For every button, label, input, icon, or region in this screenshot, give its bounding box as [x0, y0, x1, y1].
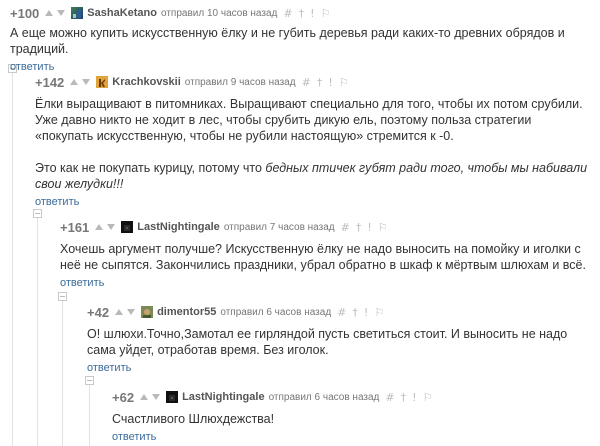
comment-rating: +62 [112, 389, 135, 405]
comment-text: Ёлки выращивают в питомниках. Выращивают… [35, 96, 590, 192]
comment: +100 SashaKetano отправил 10 часов назад… [10, 4, 595, 75]
arrow-down-icon[interactable] [127, 309, 136, 315]
reply-link[interactable]: ответить [10, 61, 54, 73]
comment: +142 Krachkovskii отправил 9 часов назад… [35, 73, 590, 210]
comment-author[interactable]: dimentor55 [157, 306, 216, 318]
pin-icon[interactable]: † [352, 306, 358, 319]
comment-author[interactable]: LastNightingale [182, 391, 265, 403]
hash-icon[interactable]: # [385, 391, 394, 404]
comment-rating: +42 [87, 304, 110, 320]
collapse-toggle-icon[interactable]: − [85, 376, 94, 385]
hash-icon[interactable]: # [283, 7, 292, 20]
comment-paragraph: Это как не покупать курицу, потому что б… [35, 160, 590, 192]
avatar[interactable] [121, 221, 134, 233]
comment-paragraph: Ёлки выращивают в питомниках. Выращивают… [35, 97, 583, 143]
arrow-up-icon[interactable] [70, 79, 79, 85]
comment-author[interactable]: Krachkovskii [112, 76, 180, 88]
comment-author[interactable]: LastNightingale [137, 221, 220, 233]
collapse-toggle-icon[interactable]: − [33, 209, 42, 218]
thread-line [12, 68, 13, 446]
thread-line [89, 381, 90, 446]
pin-icon[interactable]: † [317, 76, 323, 89]
comment-rating: +142 [35, 74, 65, 90]
arrow-down-icon[interactable] [107, 224, 116, 230]
pin-icon[interactable]: † [299, 7, 305, 20]
comment-meta[interactable]: отправил 7 часов назад [224, 222, 335, 233]
comment-meta[interactable]: отправил 6 часов назад [269, 392, 380, 403]
comment-meta[interactable]: отправил 9 часов назад [185, 77, 296, 88]
comment: +42 dimentor55 отправил 6 часов назад # … [87, 303, 590, 376]
arrow-up-icon[interactable] [45, 10, 54, 16]
avatar[interactable] [166, 391, 179, 403]
comment-text: Хочешь аргумент получше? Искусственную ё… [60, 242, 586, 272]
arrow-down-icon[interactable] [82, 79, 91, 85]
link-icon[interactable]: ⚐ [378, 221, 388, 234]
reply-link[interactable]: ответить [35, 196, 79, 208]
comment-text: Счастливого Шлюхдежства! [112, 412, 275, 426]
arrow-down-icon[interactable] [152, 394, 161, 400]
mark-icon[interactable]: ! [412, 391, 416, 404]
comment: +161 LastNightingale отправил 7 часов на… [60, 218, 590, 291]
thread-line [37, 214, 38, 446]
link-icon[interactable]: ⚐ [339, 76, 349, 89]
comment-header: +100 SashaKetano отправил 10 часов назад… [10, 4, 595, 22]
comment-author[interactable]: SashaKetano [87, 7, 157, 19]
hash-icon[interactable]: # [337, 306, 346, 319]
comment: +62 LastNightingale отправил 6 часов наз… [112, 388, 590, 445]
link-icon[interactable]: ⚐ [374, 306, 384, 319]
link-icon[interactable]: ⚐ [321, 7, 331, 20]
comment-rating: +161 [60, 219, 90, 235]
arrow-up-icon[interactable] [115, 309, 124, 315]
hash-icon[interactable]: # [341, 221, 350, 234]
reply-link[interactable]: ответить [112, 431, 156, 443]
comment-header: +42 dimentor55 отправил 6 часов назад # … [87, 303, 590, 321]
comment-rating: +100 [10, 5, 40, 21]
reply-link[interactable]: ответить [60, 277, 104, 289]
pin-icon[interactable]: † [356, 221, 362, 234]
arrow-down-icon[interactable] [57, 10, 66, 16]
avatar[interactable] [71, 7, 84, 19]
comment-header: +62 LastNightingale отправил 6 часов наз… [112, 388, 590, 406]
link-icon[interactable]: ⚐ [423, 391, 433, 404]
comment-text: А еще можно купить искусственную ёлку и … [10, 26, 565, 56]
arrow-up-icon[interactable] [140, 394, 149, 400]
mark-icon[interactable]: ! [310, 7, 314, 20]
comment-header: +161 LastNightingale отправил 7 часов на… [60, 218, 590, 236]
mark-icon[interactable]: ! [367, 221, 371, 234]
comment-plain-text: Это как не покупать курицу, потому что [35, 161, 266, 175]
avatar[interactable] [141, 306, 154, 318]
mark-icon[interactable]: ! [328, 76, 332, 89]
pin-icon[interactable]: † [401, 391, 407, 404]
collapse-toggle-icon[interactable]: − [58, 292, 67, 301]
comment-text: О! шлюхи.Точно,Замотал ее гирляндой пуст… [87, 327, 568, 357]
mark-icon[interactable]: ! [364, 306, 368, 319]
arrow-up-icon[interactable] [95, 224, 104, 230]
comment-header: +142 Krachkovskii отправил 9 часов назад… [35, 73, 590, 91]
thread-line [62, 297, 63, 446]
avatar[interactable] [96, 76, 109, 88]
hash-icon[interactable]: # [302, 76, 311, 89]
reply-link[interactable]: ответить [87, 362, 131, 374]
comment-meta[interactable]: отправил 6 часов назад [220, 307, 331, 318]
comment-meta[interactable]: отправил 10 часов назад [161, 8, 277, 19]
